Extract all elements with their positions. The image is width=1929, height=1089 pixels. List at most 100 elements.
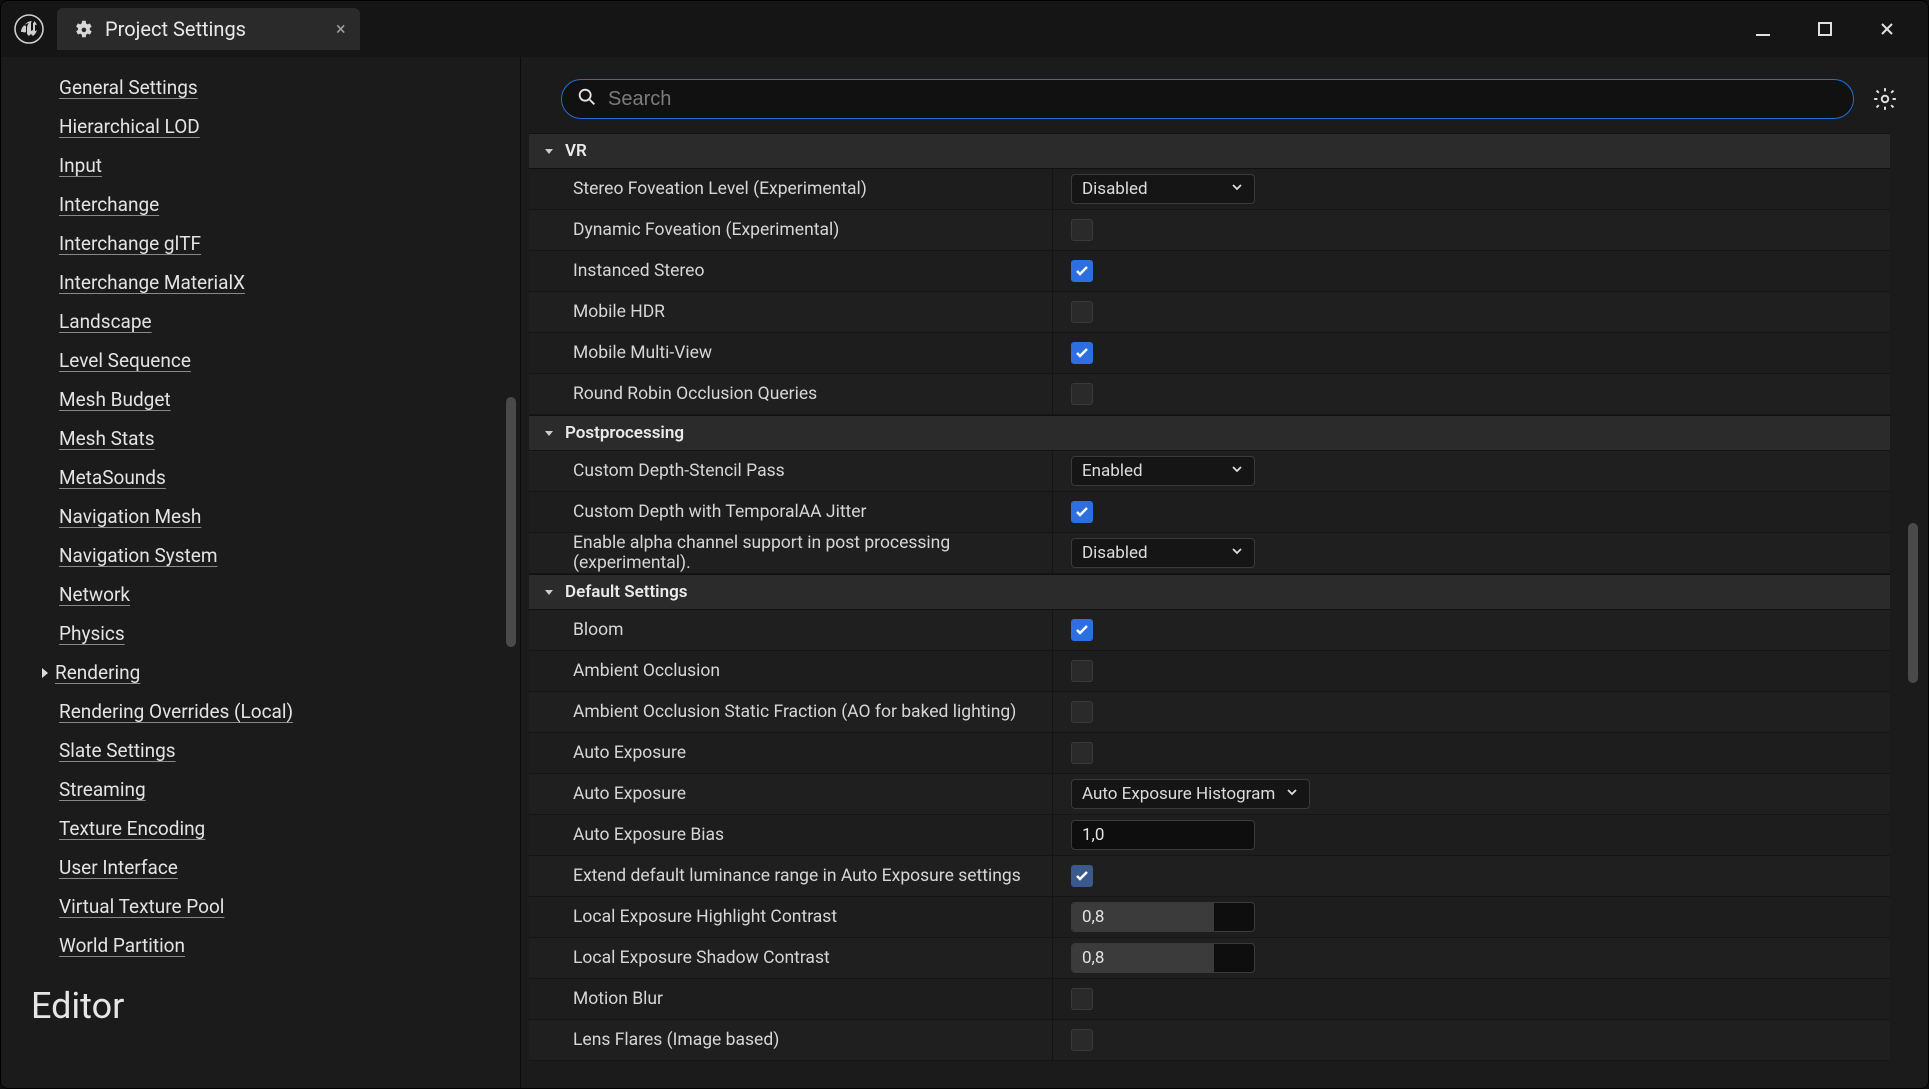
collapse-icon <box>543 582 555 603</box>
sidebar-item-rendering[interactable]: Rendering <box>59 653 480 692</box>
sidebar-item-general-settings[interactable]: General Settings <box>59 68 480 107</box>
setting-row: Stereo Foveation Level (Experimental) Dis… <box>529 169 1890 210</box>
setting-label: Ambient Occlusion Static Fraction (AO fo… <box>529 692 1053 732</box>
sidebar-item-label: Hierarchical LOD <box>59 115 200 138</box>
window-maximize-button[interactable] <box>1808 12 1842 46</box>
slider-input[interactable]: 0,8 <box>1071 943 1255 973</box>
window-close-button[interactable] <box>1870 12 1904 46</box>
checkbox[interactable] <box>1071 988 1093 1010</box>
dropdown[interactable]: Disabled <box>1071 174 1255 204</box>
chevron-down-icon <box>1230 179 1244 199</box>
sidebar-item-level-sequence[interactable]: Level Sequence <box>59 341 480 380</box>
setting-control <box>1053 219 1890 241</box>
setting-control <box>1053 619 1890 641</box>
checkbox[interactable] <box>1071 501 1093 523</box>
sidebar-item-mesh-budget[interactable]: Mesh Budget <box>59 380 480 419</box>
sidebar-item-label: Interchange glTF <box>59 232 201 255</box>
sidebar-item-physics[interactable]: Physics <box>59 614 480 653</box>
tab-project-settings[interactable]: Project Settings × <box>57 8 360 50</box>
checkbox[interactable] <box>1071 219 1093 241</box>
checkbox[interactable] <box>1071 701 1093 723</box>
setting-label: Ambient Occlusion <box>529 651 1053 691</box>
sidebar-item-label: Slate Settings <box>59 739 176 762</box>
sidebar-item-interchange-materialx[interactable]: Interchange MaterialX <box>59 263 480 302</box>
sidebar-item-label: Texture Encoding <box>59 817 205 840</box>
sidebar-item-hierarchical-lod[interactable]: Hierarchical LOD <box>59 107 480 146</box>
sidebar-scrollbar[interactable] <box>506 397 516 647</box>
checkbox[interactable] <box>1071 260 1093 282</box>
category-header[interactable]: VR <box>529 133 1890 169</box>
sidebar-item-label: Landscape <box>59 310 152 333</box>
setting-control: Disabled <box>1053 538 1890 568</box>
setting-row: Motion Blur <box>529 979 1890 1020</box>
checkbox[interactable] <box>1071 865 1093 887</box>
dropdown-value: Enabled <box>1082 461 1143 481</box>
collapse-icon <box>543 423 555 444</box>
sidebar-item-metasounds[interactable]: MetaSounds <box>59 458 480 497</box>
checkbox[interactable] <box>1071 342 1093 364</box>
sidebar-item-label: Level Sequence <box>59 349 191 372</box>
dropdown[interactable]: Auto Exposure Histogram <box>1071 779 1310 809</box>
slider-input[interactable]: 0,8 <box>1071 902 1255 932</box>
category-header[interactable]: Postprocessing <box>529 415 1890 451</box>
setting-label: Custom Depth with TemporalAA Jitter <box>529 492 1053 532</box>
setting-label: Auto Exposure <box>529 733 1053 773</box>
sidebar-item-mesh-stats[interactable]: Mesh Stats <box>59 419 480 458</box>
sidebar-item-label: Navigation Mesh <box>59 505 201 528</box>
setting-row: Auto Exposure <box>529 733 1890 774</box>
search-input[interactable] <box>608 88 1839 111</box>
setting-row: Custom Depth with TemporalAA Jitter <box>529 492 1890 533</box>
checkbox[interactable] <box>1071 383 1093 405</box>
window-minimize-button[interactable] <box>1746 12 1780 46</box>
setting-row: Auto Exposure Bias1,0 <box>529 815 1890 856</box>
category-header[interactable]: Default Settings <box>529 574 1890 610</box>
sidebar-item-streaming[interactable]: Streaming <box>59 770 480 809</box>
sidebar-item-rendering-overrides-local-[interactable]: Rendering Overrides (Local) <box>59 692 480 731</box>
setting-row: Local Exposure Highlight Contrast0,8 <box>529 897 1890 938</box>
checkbox[interactable] <box>1071 619 1093 641</box>
dropdown[interactable]: Disabled <box>1071 538 1255 568</box>
checkbox[interactable] <box>1071 742 1093 764</box>
sidebar-item-virtual-texture-pool[interactable]: Virtual Texture Pool <box>59 887 480 926</box>
tab-close-icon[interactable]: × <box>336 19 346 40</box>
setting-label: Enable alpha channel support in post pro… <box>529 533 1053 573</box>
setting-row: Mobile HDR <box>529 292 1890 333</box>
sidebar-item-label: Interchange <box>59 193 159 216</box>
chevron-down-icon <box>1230 543 1244 563</box>
settings-gear-button[interactable] <box>1868 82 1902 116</box>
sidebar-item-label: Rendering Overrides (Local) <box>59 700 293 723</box>
checkbox[interactable] <box>1071 660 1093 682</box>
checkbox[interactable] <box>1071 301 1093 323</box>
setting-row: Instanced Stereo <box>529 251 1890 292</box>
sidebar-item-world-partition[interactable]: World Partition <box>59 926 480 965</box>
search-box[interactable] <box>561 79 1854 119</box>
setting-label: Lens Flares (Image based) <box>529 1020 1053 1060</box>
sidebar-item-user-interface[interactable]: User Interface <box>59 848 480 887</box>
setting-row: Ambient Occlusion <box>529 651 1890 692</box>
sidebar-item-label: Interchange MaterialX <box>59 271 245 294</box>
sidebar-item-network[interactable]: Network <box>59 575 480 614</box>
setting-control <box>1053 701 1890 723</box>
sidebar-item-garbage-collection[interactable]: Garbage Collection <box>59 57 480 68</box>
number-input[interactable]: 1,0 <box>1071 820 1255 850</box>
sidebar-item-interchange[interactable]: Interchange <box>59 185 480 224</box>
sidebar-item-label: Physics <box>59 622 125 645</box>
setting-label: Mobile Multi-View <box>529 333 1053 373</box>
setting-label: Custom Depth-Stencil Pass <box>529 451 1053 491</box>
sidebar-item-texture-encoding[interactable]: Texture Encoding <box>59 809 480 848</box>
setting-control: Disabled <box>1053 174 1890 204</box>
sidebar-item-input[interactable]: Input <box>59 146 480 185</box>
sidebar-item-landscape[interactable]: Landscape <box>59 302 480 341</box>
sidebar-item-label: Virtual Texture Pool <box>59 895 224 918</box>
dropdown[interactable]: Enabled <box>1071 456 1255 486</box>
setting-row: Lens Flares (Image based) <box>529 1020 1890 1061</box>
category-title: Postprocessing <box>565 423 684 443</box>
sidebar-item-interchange-gltf[interactable]: Interchange glTF <box>59 224 480 263</box>
sidebar-item-navigation-mesh[interactable]: Navigation Mesh <box>59 497 480 536</box>
setting-label: Stereo Foveation Level (Experimental) <box>529 169 1053 209</box>
main-scrollbar[interactable] <box>1908 523 1918 683</box>
sidebar-item-navigation-system[interactable]: Navigation System <box>59 536 480 575</box>
sidebar-item-slate-settings[interactable]: Slate Settings <box>59 731 480 770</box>
checkbox[interactable] <box>1071 1029 1093 1051</box>
setting-control <box>1053 1029 1890 1051</box>
